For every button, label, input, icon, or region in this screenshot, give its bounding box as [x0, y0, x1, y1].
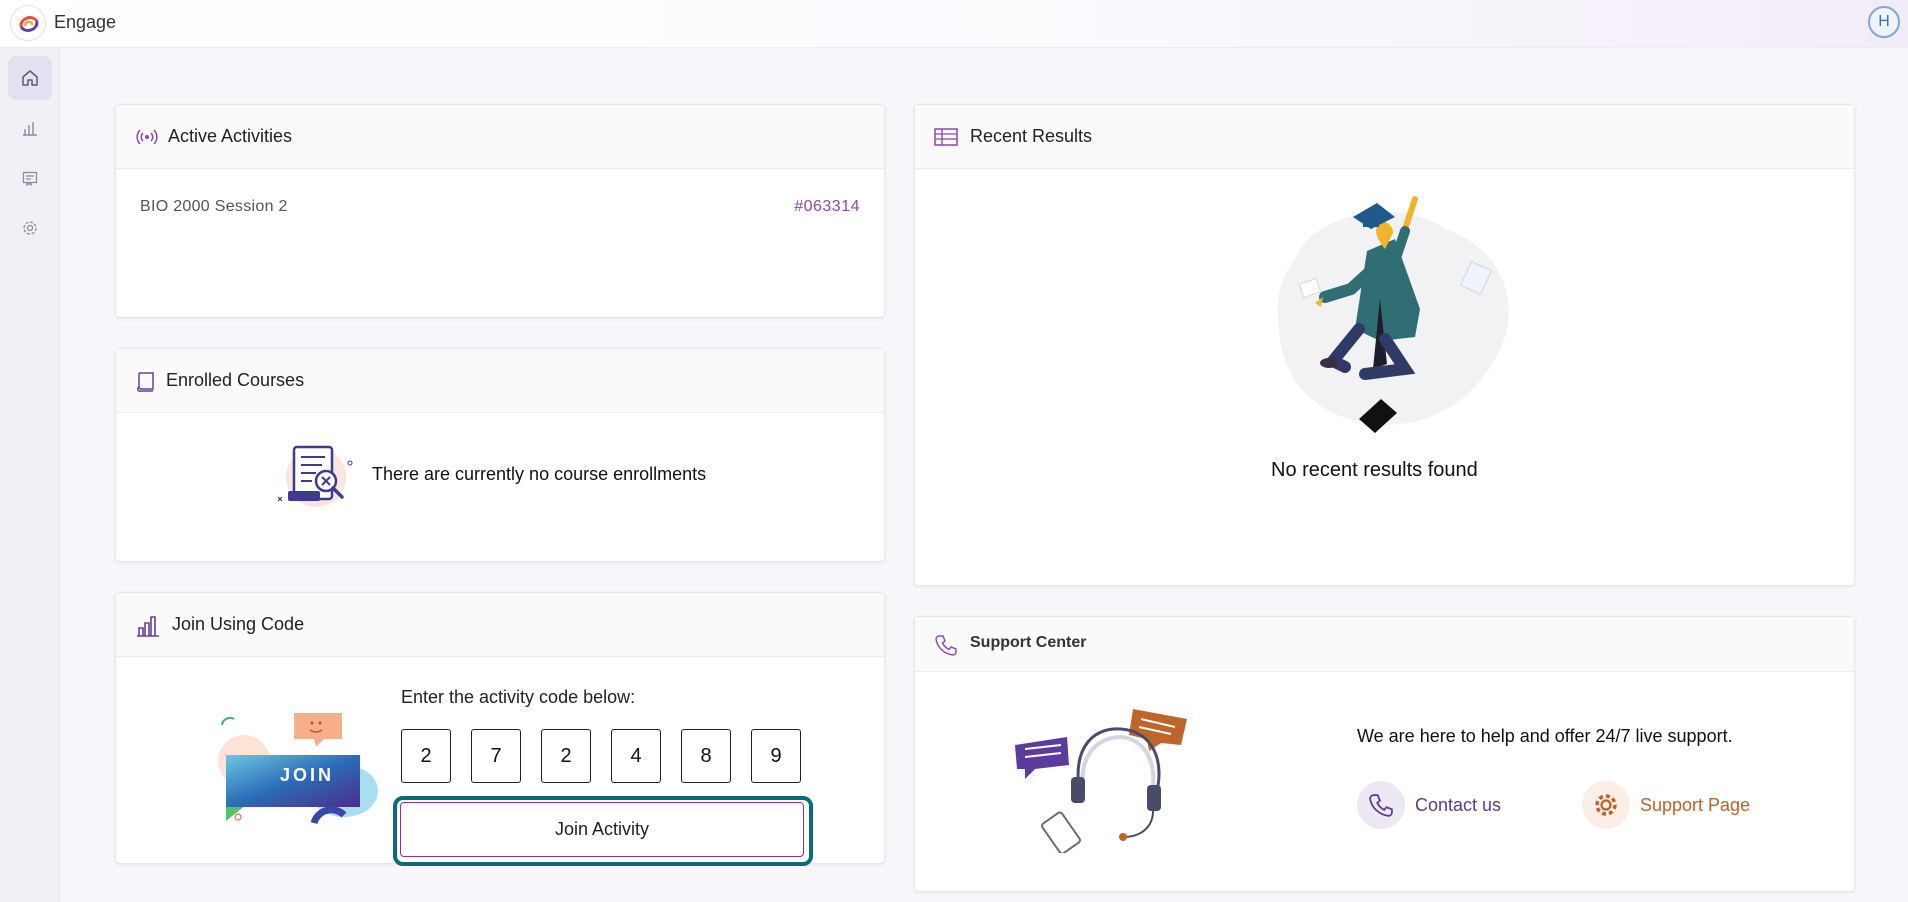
home-icon — [22, 70, 38, 86]
support-message: We are here to help and offer 24/7 live … — [1357, 726, 1733, 746]
join-using-code-card: Join Using Code JOIN Enter the activity … — [115, 592, 885, 866]
card-header: Active Activities — [116, 105, 884, 169]
code-digit-6[interactable]: 9 — [751, 729, 801, 783]
code-digit-3[interactable]: 2 — [541, 729, 591, 783]
gear-icon — [1582, 781, 1630, 829]
code-digit-2[interactable]: 7 — [471, 729, 521, 783]
card-header: Join Using Code — [116, 593, 884, 657]
card-title: Join Using Code — [172, 614, 305, 634]
phone-icon — [1357, 781, 1405, 829]
sidebar-item-home[interactable] — [8, 56, 52, 100]
no-results-message: No recent results found — [1271, 459, 1478, 481]
activity-code: #063314 — [794, 198, 860, 215]
recent-results-card: Recent Results No recent results found — [914, 104, 1855, 586]
phone-icon — [935, 635, 957, 656]
no-enrollments-message: There are currently no course enrollment… — [372, 464, 707, 484]
sidebar-item-courses[interactable] — [8, 156, 52, 200]
support-page-link[interactable]: Support Page — [1582, 781, 1750, 829]
card-header: Recent Results — [915, 105, 1854, 169]
code-prompt: Enter the activity code below: — [401, 687, 636, 707]
card-title: Enrolled Courses — [166, 370, 305, 390]
bar-chart-icon — [137, 616, 159, 637]
sidebar-item-analytics[interactable] — [8, 106, 52, 150]
user-avatar[interactable]: H — [1868, 6, 1900, 38]
contact-us-link[interactable]: Contact us — [1357, 781, 1501, 829]
app-title: Engage — [54, 12, 117, 32]
support-headset-illustration — [1015, 709, 1187, 853]
join-illustration-label: JOIN — [279, 765, 334, 785]
table-icon — [934, 128, 958, 146]
sidebar — [0, 48, 60, 902]
sidebar-item-settings[interactable] — [8, 206, 52, 250]
support-page-label[interactable]: Support Page — [1640, 795, 1750, 816]
activity-name[interactable]: BIO 2000 Session 2 — [140, 198, 288, 216]
book-icon — [137, 372, 154, 392]
gear-icon — [23, 221, 37, 235]
book-icon — [22, 171, 38, 187]
card-title: Active Activities — [168, 126, 293, 146]
card-header: Support Center — [915, 617, 1854, 672]
contact-us-label[interactable]: Contact us — [1415, 795, 1501, 816]
top-bar: Engage H — [0, 0, 1908, 48]
enrolled-courses-card: Enrolled Courses There are currently no … — [115, 348, 885, 562]
card-header: Enrolled Courses — [116, 349, 884, 413]
graduate-illustration — [1277, 196, 1509, 433]
engage-logo[interactable] — [10, 5, 46, 41]
bar-chart-icon — [23, 122, 37, 136]
broadcast-icon — [136, 129, 158, 145]
code-digit-5[interactable]: 8 — [681, 729, 731, 783]
card-title: Recent Results — [970, 126, 1093, 146]
engage-logo-icon — [19, 16, 39, 32]
no-enrollments-illustration — [277, 445, 353, 507]
code-digit-4[interactable]: 4 — [611, 729, 661, 783]
card-title: Support Center — [970, 634, 1087, 651]
join-activity-button[interactable]: Join Activity — [400, 802, 804, 857]
code-digit-1[interactable]: 2 — [401, 729, 451, 783]
active-activities-card: Active Activities BIO 2000 Session 2 #06… — [115, 104, 885, 318]
support-center-card: Support Center We are here to help and o… — [914, 616, 1855, 892]
